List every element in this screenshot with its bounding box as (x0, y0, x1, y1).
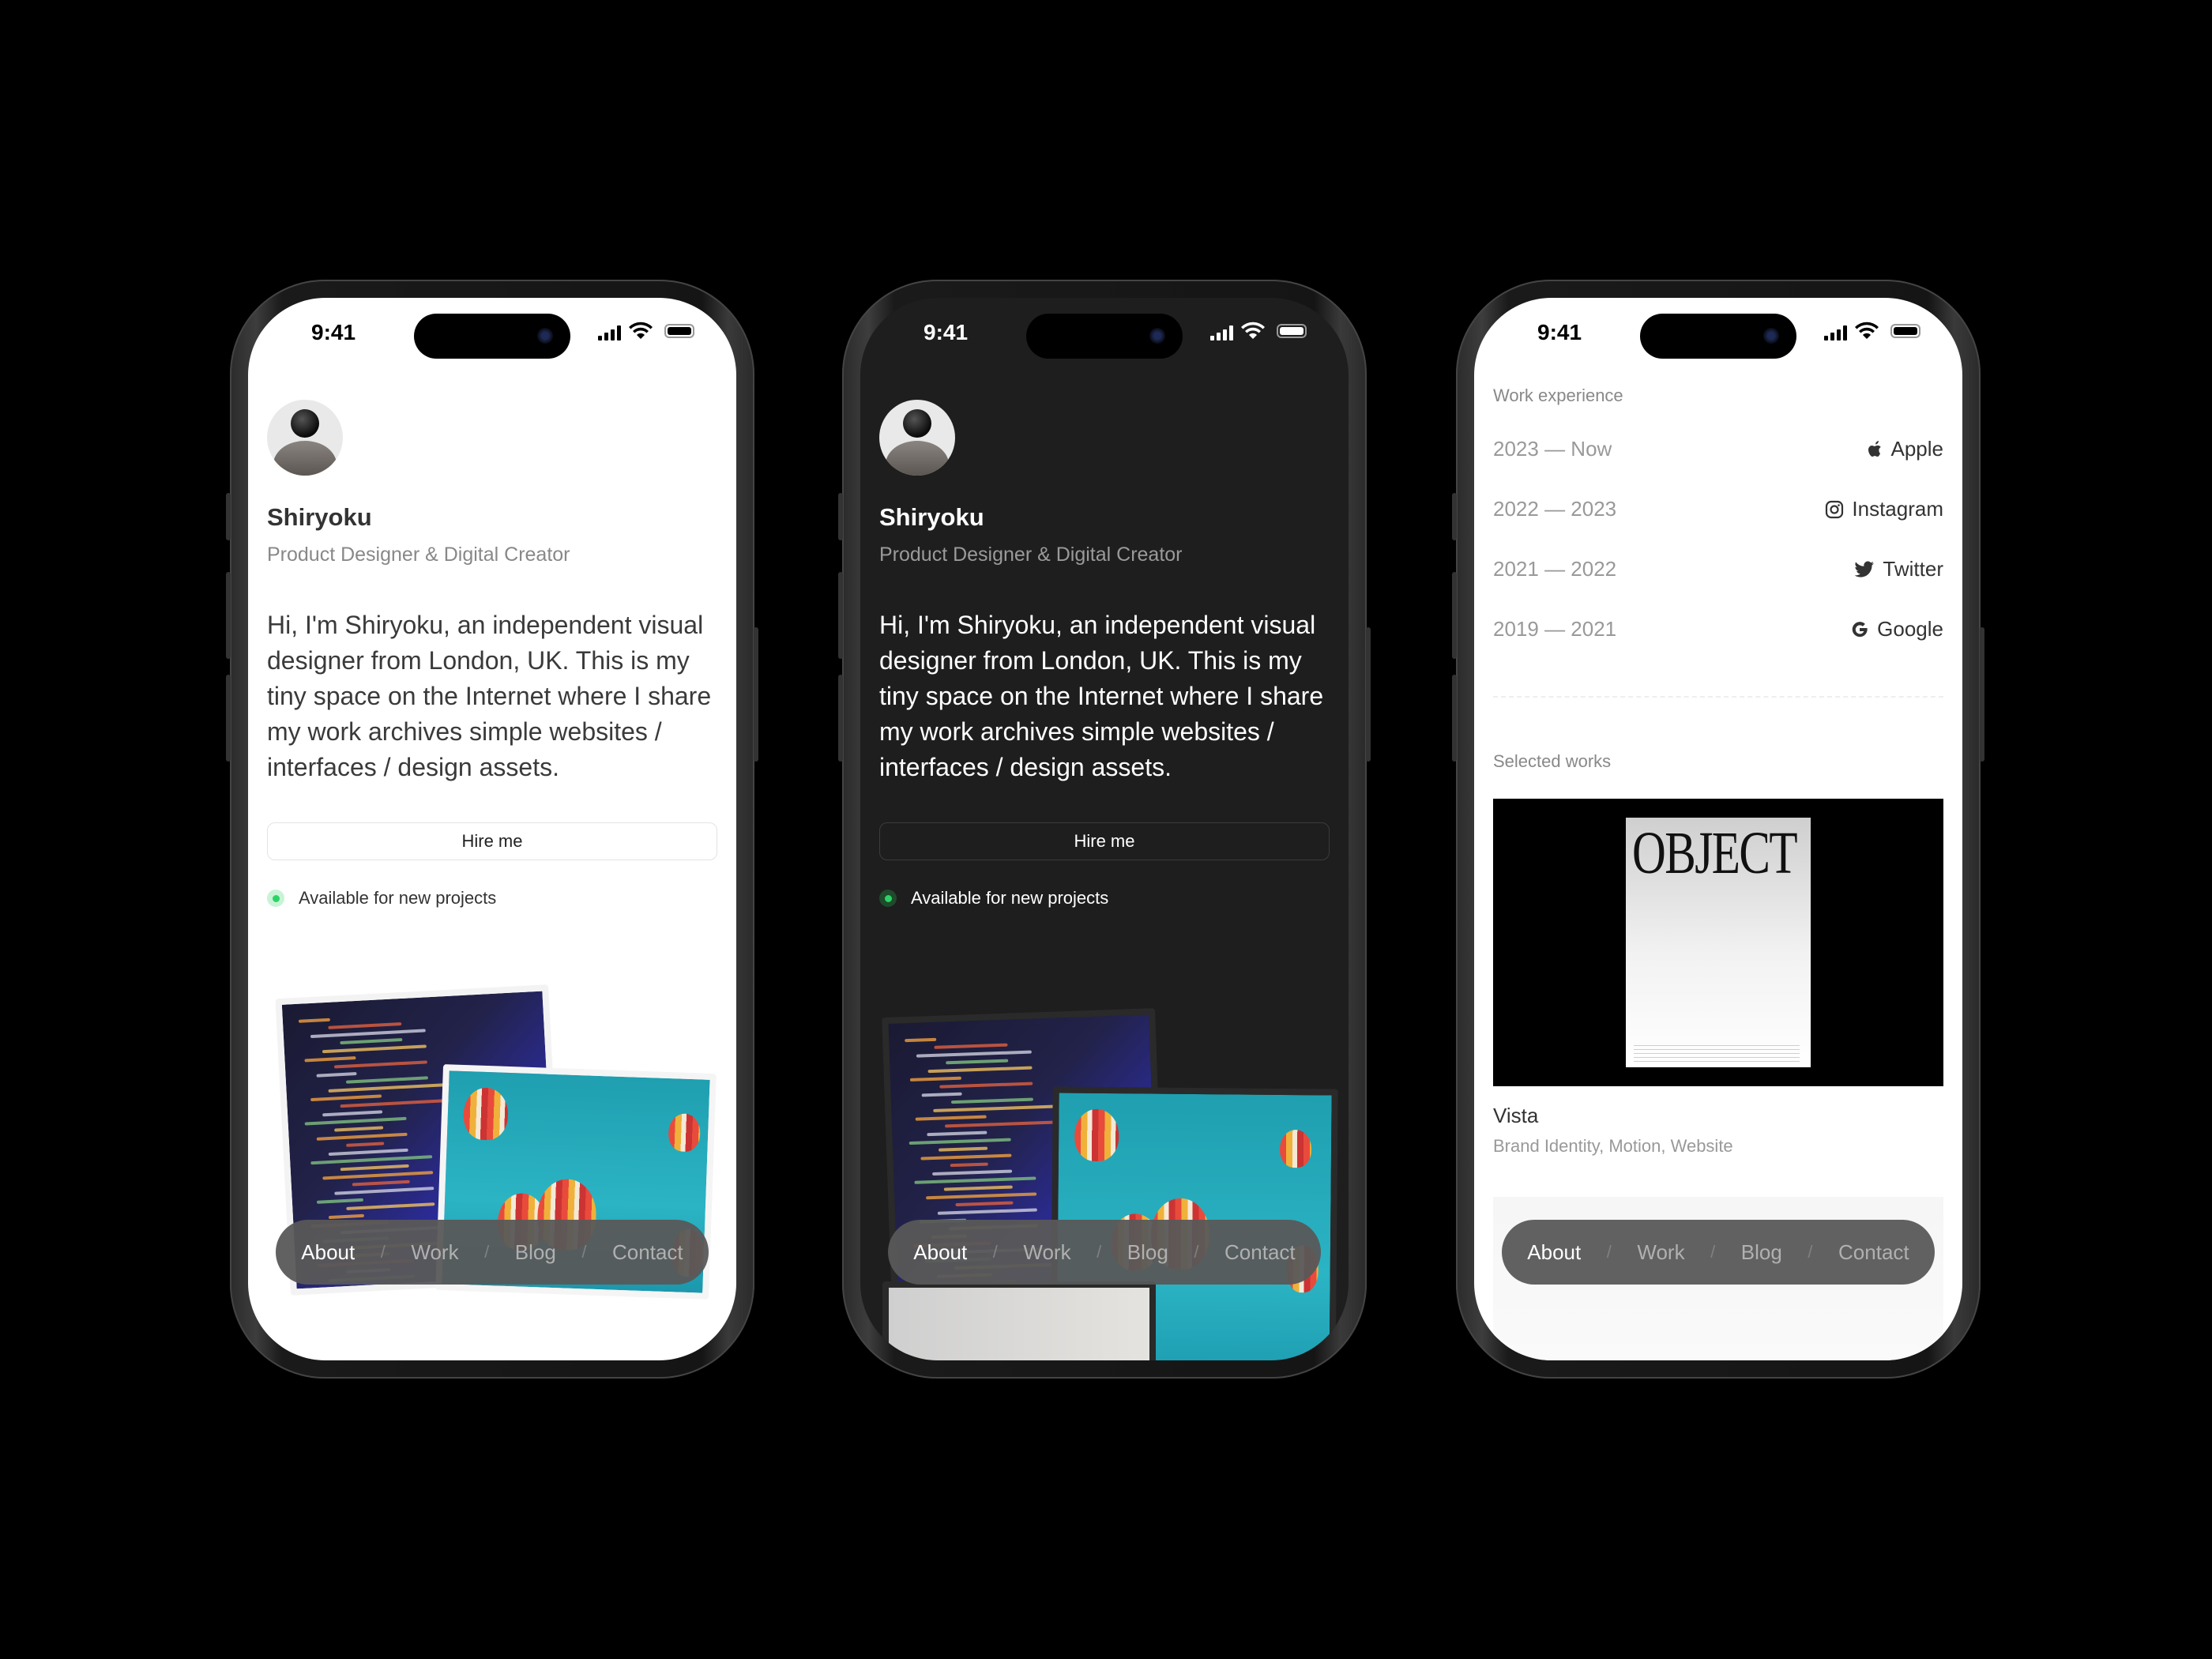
profile-role: Product Designer & Digital Creator (267, 544, 570, 566)
nav-separator: / (1194, 1242, 1199, 1262)
nav-item-blog[interactable]: Blog (515, 1240, 556, 1265)
nav-item-work[interactable]: Work (1023, 1240, 1070, 1265)
nav-item-contact[interactable]: Contact (1838, 1240, 1909, 1265)
work-thumbnail-vista[interactable]: OBJECT (1493, 799, 1943, 1086)
profile-bio: Hi, I'm Shiryoku, an independent visual … (267, 611, 712, 781)
avatar (879, 400, 955, 476)
nav-separator: / (581, 1242, 587, 1262)
avatar (267, 400, 343, 476)
about-screen: 9:41 Shiryoku Product Designer & Digital C… (248, 298, 736, 1360)
battery-icon (1277, 324, 1307, 338)
wifi-icon (1855, 322, 1879, 339)
work-company: Instagram (1825, 497, 1943, 521)
work-years: 2023 — Now (1493, 437, 1612, 461)
battery-icon (1890, 324, 1920, 338)
wifi-icon (629, 322, 653, 339)
nav-item-contact[interactable]: Contact (1224, 1240, 1296, 1265)
bottom-nav: About / Work / Blog / Contact (276, 1220, 709, 1285)
profile-role: Product Designer & Digital Creator (879, 544, 1183, 566)
cellular-signal-icon (598, 325, 621, 340)
nav-separator: / (1606, 1242, 1612, 1262)
work-company: Twitter (1854, 557, 1943, 581)
nav-item-blog[interactable]: Blog (1127, 1240, 1168, 1265)
work-years: 2021 — 2022 (1493, 557, 1617, 581)
nav-item-work[interactable]: Work (1637, 1240, 1684, 1265)
bottom-nav: About / Work / Blog / Contact (1502, 1220, 1935, 1285)
phone-mockup-1: 9:41 Shiryoku Product Designer & Digital C… (226, 280, 758, 1379)
object-poster-image: OBJECT (1626, 818, 1811, 1067)
wifi-icon (1241, 322, 1265, 339)
about-screen: 9:41 Shiryoku Product Designer & Digital C… (860, 298, 1349, 1360)
availability-text: Available for new projects (299, 888, 497, 908)
nav-item-work[interactable]: Work (411, 1240, 458, 1265)
nav-separator: / (1097, 1242, 1102, 1262)
nav-item-blog[interactable]: Blog (1741, 1240, 1782, 1265)
profile-bio: Hi, I'm Shiryoku, an independent visual … (879, 611, 1324, 781)
nav-separator: / (1710, 1242, 1716, 1262)
status-time: 9:41 (1537, 320, 1582, 344)
nav-separator: / (484, 1242, 490, 1262)
cellular-signal-icon (1210, 325, 1233, 340)
work-row-twitter: 2021 — 2022 Twitter (1493, 557, 1943, 581)
selected-works-label: Selected works (1493, 751, 1612, 771)
twitter-icon (1854, 560, 1875, 578)
work-title[interactable]: Vista (1493, 1104, 1538, 1128)
work-years: 2019 — 2021 (1493, 617, 1617, 641)
work-row-instagram: 2022 — 2023 Instagram (1493, 497, 1943, 521)
nav-item-about[interactable]: About (301, 1240, 355, 1265)
nav-separator: / (380, 1242, 386, 1262)
status-dot-icon (879, 890, 897, 907)
phone-mockup-2: 9:41 Shiryoku Product Designer & Digital C… (838, 280, 1371, 1379)
cellular-signal-icon (1824, 325, 1847, 340)
hire-me-button[interactable]: Hire me (267, 822, 717, 860)
dynamic-island (1026, 314, 1183, 359)
nav-separator: / (1808, 1242, 1813, 1262)
nav-item-about[interactable]: About (913, 1240, 967, 1265)
work-years: 2022 — 2023 (1493, 497, 1617, 521)
apple-icon (1866, 440, 1883, 459)
work-row-apple: 2023 — Now Apple (1493, 437, 1943, 461)
dynamic-island (414, 314, 570, 359)
work-experience-label: Work experience (1493, 386, 1623, 405)
status-dot-icon (267, 890, 284, 907)
profile-name: Shiryoku (267, 503, 372, 531)
work-company: Google (1850, 617, 1943, 641)
profile-name: Shiryoku (879, 503, 984, 531)
availability-status: Available for new projects (267, 888, 496, 908)
nav-item-about[interactable]: About (1527, 1240, 1581, 1265)
divider (1493, 696, 1943, 698)
work-company: Apple (1866, 437, 1943, 461)
dynamic-island (1640, 314, 1796, 359)
battery-icon (664, 324, 694, 338)
phone-mockup-3: 9:41 Work experience 2023 — Now Apple 2022 —… (1452, 280, 1984, 1379)
google-icon (1850, 620, 1869, 639)
status-time: 9:41 (311, 320, 356, 344)
work-row-google: 2019 — 2021 Google (1493, 617, 1943, 641)
hire-me-button[interactable]: Hire me (879, 822, 1330, 860)
instagram-icon (1825, 500, 1844, 519)
bottom-nav: About / Work / Blog / Contact (888, 1220, 1321, 1285)
work-tags: Brand Identity, Motion, Website (1493, 1136, 1733, 1156)
availability-text: Available for new projects (911, 888, 1109, 908)
nav-separator: / (992, 1242, 998, 1262)
availability-status: Available for new projects (879, 888, 1108, 908)
status-time: 9:41 (924, 320, 969, 344)
clock-image (882, 1281, 1156, 1360)
work-screen: 9:41 Work experience 2023 — Now Apple 2022 —… (1474, 298, 1962, 1360)
nav-item-contact[interactable]: Contact (612, 1240, 683, 1265)
